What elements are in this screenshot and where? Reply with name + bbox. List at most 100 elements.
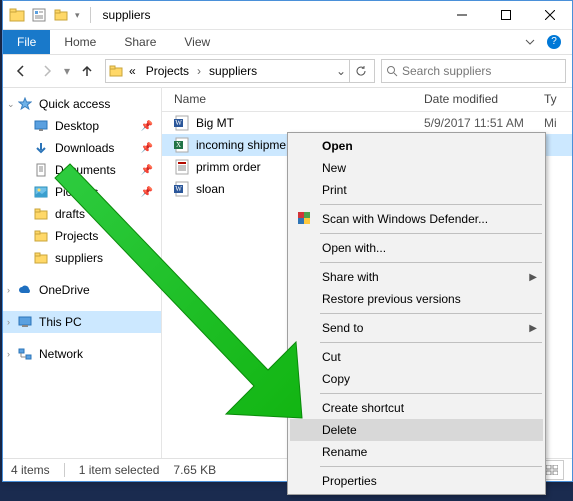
ctx-copy[interactable]: Copy — [290, 368, 543, 390]
nav-label: Downloads — [55, 141, 114, 155]
nav-label: Network — [39, 347, 83, 361]
ctx-create-shortcut[interactable]: Create shortcut — [290, 397, 543, 419]
file-name: Big MT — [196, 116, 424, 130]
nav-forward-button[interactable] — [35, 59, 59, 83]
nav-desktop[interactable]: Desktop 📌 — [3, 115, 161, 137]
documents-icon — [33, 162, 49, 178]
column-date[interactable]: Date modified — [424, 92, 544, 106]
breadcrumb-current[interactable]: suppliers — [204, 60, 262, 82]
search-icon — [386, 65, 398, 77]
pdf-icon — [174, 159, 190, 175]
status-size: 7.65 KB — [173, 463, 216, 477]
tab-home[interactable]: Home — [50, 30, 110, 54]
folder-icon — [33, 206, 49, 222]
network-icon — [17, 346, 33, 362]
search-placeholder: Search suppliers — [402, 64, 491, 78]
ctx-new[interactable]: New — [290, 157, 543, 179]
ctx-open-with[interactable]: Open with... — [290, 237, 543, 259]
tab-view[interactable]: View — [170, 30, 224, 54]
nav-back-button[interactable] — [9, 59, 33, 83]
status-item-count: 4 items — [11, 463, 50, 477]
nav-quick-access[interactable]: ⌄ Quick access — [3, 93, 161, 115]
column-name[interactable]: Name — [174, 92, 424, 106]
nav-suppliers[interactable]: suppliers — [3, 247, 161, 269]
nav-label: suppliers — [55, 251, 103, 265]
close-button[interactable] — [528, 1, 572, 29]
nav-label: Pictures — [55, 185, 98, 199]
desktop-icon — [33, 118, 49, 134]
ctx-send-to[interactable]: Send to▶ — [290, 317, 543, 339]
pin-icon: 📌 — [141, 143, 153, 154]
nav-label: Projects — [55, 229, 98, 243]
ctx-cut[interactable]: Cut — [290, 346, 543, 368]
refresh-button[interactable] — [349, 60, 372, 82]
breadcrumb-parent[interactable]: Projects — [141, 60, 194, 82]
pin-icon: 📌 — [141, 121, 153, 132]
address-bar[interactable]: « Projects › suppliers ⌄ — [105, 59, 375, 83]
folder-icon — [33, 228, 49, 244]
nav-label: drafts — [55, 207, 85, 221]
context-menu: Open New Print Scan with Windows Defende… — [287, 132, 546, 495]
nav-documents[interactable]: Documents 📌 — [3, 159, 161, 181]
navigation-pane: ⌄ Quick access Desktop 📌 Downloads 📌 Doc — [3, 87, 162, 459]
svg-text:W: W — [175, 119, 182, 127]
word-icon: W — [174, 181, 190, 197]
column-type[interactable]: Ty — [544, 92, 572, 106]
ctx-print[interactable]: Print — [290, 179, 543, 201]
pc-icon — [17, 314, 33, 330]
maximize-button[interactable] — [484, 1, 528, 29]
qat-properties-icon[interactable] — [31, 7, 47, 23]
breadcrumb-overflow[interactable]: « — [124, 60, 141, 82]
nav-label: Quick access — [39, 97, 110, 111]
navigation-bar: ▾ « Projects › suppliers ⌄ Search suppli… — [3, 55, 572, 88]
address-dropdown-icon[interactable]: ⌄ — [332, 64, 349, 78]
nav-network[interactable]: › Network — [3, 343, 161, 365]
column-headers[interactable]: Name Date modified Ty — [162, 87, 572, 112]
search-input[interactable]: Search suppliers — [381, 59, 566, 83]
tab-share[interactable]: Share — [110, 30, 170, 54]
pin-icon: 📌 — [141, 165, 153, 176]
qat-new-folder-icon[interactable] — [53, 7, 69, 23]
pictures-icon — [33, 184, 49, 200]
expand-caret-icon[interactable]: ⌄ — [7, 99, 17, 110]
title-bar: ▾ suppliers — [3, 1, 572, 30]
expand-caret-icon[interactable]: › — [7, 349, 17, 359]
ctx-properties[interactable]: Properties — [290, 470, 543, 492]
cloud-icon — [17, 282, 33, 298]
nav-this-pc[interactable]: › This PC — [3, 311, 161, 333]
ctx-open[interactable]: Open — [290, 135, 543, 157]
nav-history-dropdown[interactable]: ▾ — [61, 64, 73, 78]
svg-text:W: W — [175, 185, 182, 193]
expand-caret-icon[interactable]: › — [7, 285, 17, 295]
nav-projects[interactable]: Projects — [3, 225, 161, 247]
minimize-button[interactable] — [440, 1, 484, 29]
qat-dropdown-icon[interactable]: ▾ — [75, 10, 80, 21]
nav-pictures[interactable]: Pictures 📌 — [3, 181, 161, 203]
submenu-arrow-icon: ▶ — [529, 323, 537, 334]
ctx-restore[interactable]: Restore previous versions — [290, 288, 543, 310]
folder-icon — [9, 7, 25, 23]
folder-icon — [33, 250, 49, 266]
file-row[interactable]: W Big MT 5/9/2017 11:51 AM Mi — [162, 112, 572, 134]
ctx-defender[interactable]: Scan with Windows Defender... — [290, 208, 543, 230]
nav-label: Documents — [55, 163, 116, 177]
word-icon: W — [174, 115, 190, 131]
nav-onedrive[interactable]: › OneDrive — [3, 279, 161, 301]
status-selection: 1 item selected — [79, 463, 160, 477]
expand-caret-icon[interactable]: › — [7, 317, 17, 327]
address-folder-icon — [108, 63, 124, 79]
file-type: Mi — [544, 116, 557, 130]
nav-label: OneDrive — [39, 283, 90, 297]
ctx-delete[interactable]: Delete — [290, 419, 543, 441]
nav-up-button[interactable] — [75, 59, 99, 83]
ctx-rename[interactable]: Rename — [290, 441, 543, 463]
pin-icon: 📌 — [141, 187, 153, 198]
ribbon-expand-icon[interactable] — [518, 30, 542, 54]
tab-file[interactable]: File — [3, 30, 50, 54]
nav-downloads[interactable]: Downloads 📌 — [3, 137, 161, 159]
shield-icon — [296, 210, 314, 228]
breadcrumb-chevron-icon[interactable]: › — [194, 64, 204, 78]
help-button[interactable]: ? — [542, 30, 566, 54]
ctx-share-with[interactable]: Share with▶ — [290, 266, 543, 288]
nav-drafts[interactable]: drafts — [3, 203, 161, 225]
